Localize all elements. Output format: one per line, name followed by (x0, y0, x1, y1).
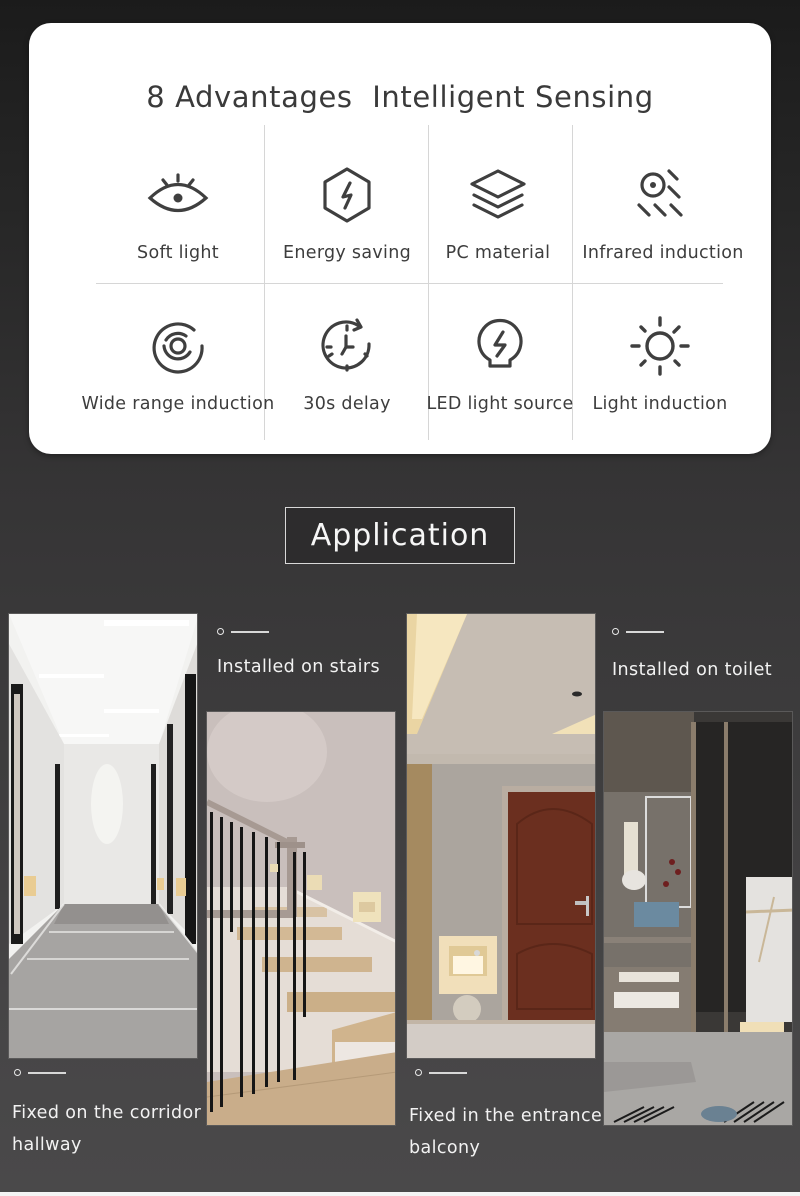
sun-icon (628, 314, 692, 378)
caption-marker (14, 1068, 74, 1078)
bulb-bolt-icon (468, 314, 532, 378)
caption-entrance-line1: Fixed in the entrance (409, 1106, 603, 1126)
bottom-edge (0, 1192, 800, 1196)
caption-entrance-line2: balcony (409, 1138, 481, 1158)
caption-marker (612, 627, 672, 637)
advantages-title: 8 Advantages Intelligent Sensing (146, 80, 654, 114)
infrared-sensor-icon (631, 163, 695, 227)
caption-marker (217, 627, 277, 637)
stairs-photo (206, 711, 396, 1126)
feature-label: Light induction (592, 394, 728, 414)
entrance-door-photo (406, 613, 596, 1059)
corridor-hallway-photo (8, 613, 198, 1059)
hexagon-bolt-icon (315, 163, 379, 227)
grid-divider (96, 283, 723, 284)
application-heading-box: Application (285, 507, 515, 564)
eye-icon (146, 163, 210, 227)
application-heading: Application (310, 518, 490, 553)
caption-marker (415, 1068, 475, 1078)
caption-toilet: Installed on toilet (612, 660, 772, 680)
concentric-circles-icon (146, 314, 210, 378)
clock-refresh-icon (315, 314, 379, 378)
layers-icon (466, 163, 530, 227)
advantages-card: 8 Advantages Intelligent Sensing Soft li… (29, 23, 771, 454)
caption-stairs: Installed on stairs (217, 657, 380, 677)
caption-corridor-line1: Fixed on the corridor (12, 1103, 202, 1123)
feature-label: Infrared induction (582, 243, 744, 263)
caption-corridor-line2: hallway (12, 1135, 82, 1155)
bathroom-photo (603, 711, 793, 1126)
